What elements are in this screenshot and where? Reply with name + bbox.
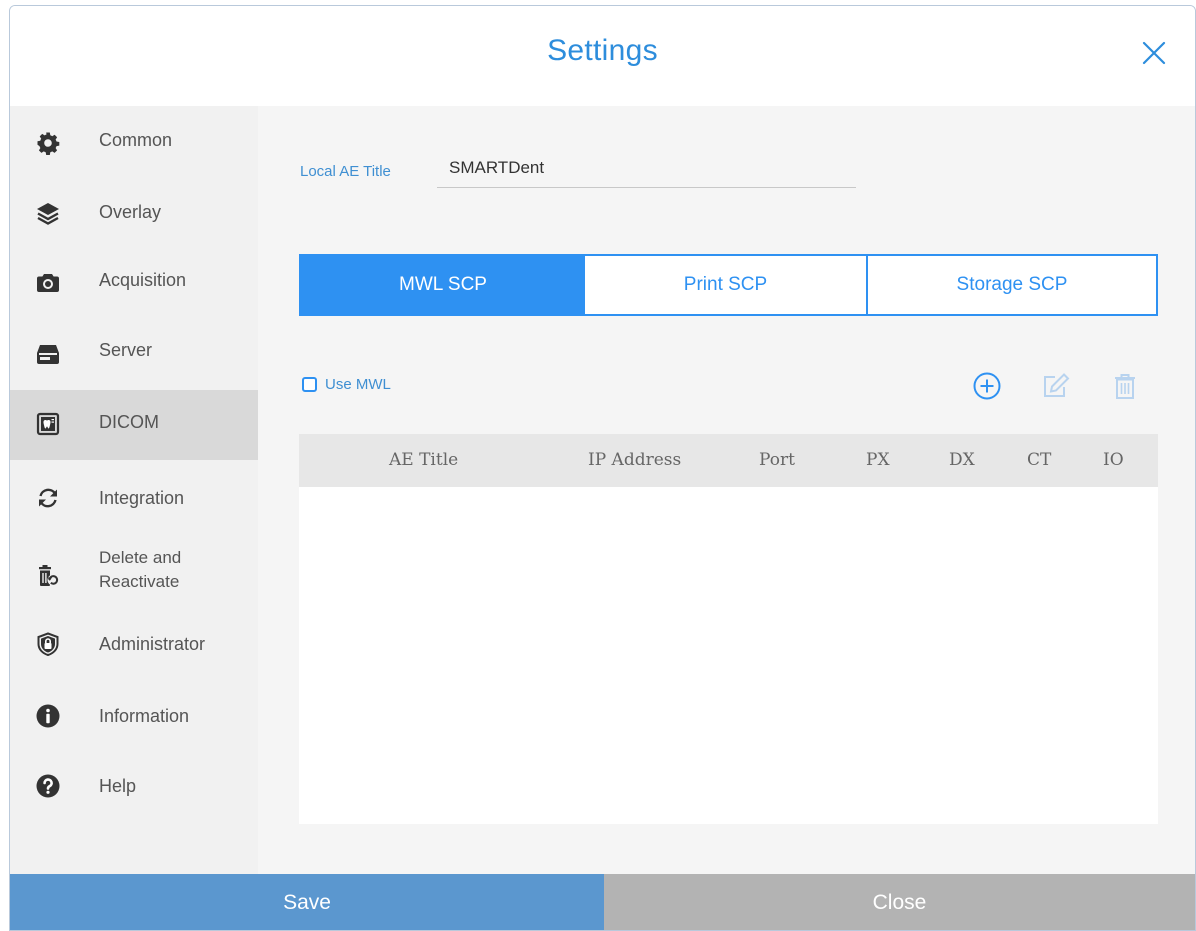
use-mwl-toggle[interactable]: Use MWL bbox=[302, 376, 391, 393]
column-header-px: PX bbox=[866, 450, 890, 470]
sidebar-item-overlay[interactable]: Overlay bbox=[10, 176, 258, 246]
use-mwl-checkbox[interactable] bbox=[302, 377, 317, 392]
scp-table: AE Title IP Address Port PX DX CT IO bbox=[299, 434, 1158, 824]
input-underline bbox=[437, 187, 856, 188]
sidebar-item-information[interactable]: Information bbox=[10, 682, 258, 752]
help-icon bbox=[36, 774, 60, 798]
sidebar-item-common[interactable]: Common bbox=[10, 106, 258, 176]
tab-mwl-scp[interactable]: MWL SCP bbox=[301, 256, 585, 314]
column-header-io: IO bbox=[1103, 450, 1124, 470]
column-header-ip-address: IP Address bbox=[588, 450, 682, 470]
tab-print-scp[interactable]: Print SCP bbox=[585, 256, 868, 314]
column-header-ae-title: AE Title bbox=[389, 450, 459, 470]
dialog-footer: Save Close bbox=[10, 874, 1195, 930]
column-header-port: Port bbox=[759, 450, 795, 470]
sidebar-item-label: Delete and Reactivate bbox=[99, 548, 182, 591]
column-header-ct: CT bbox=[1027, 450, 1052, 470]
server-icon bbox=[36, 342, 60, 366]
sidebar-item-acquisition[interactable]: Acquisition bbox=[10, 246, 258, 316]
add-icon[interactable] bbox=[971, 370, 1003, 402]
table-header: AE Title IP Address Port PX DX CT IO bbox=[299, 434, 1158, 487]
sidebar-item-administrator[interactable]: Administrator bbox=[10, 612, 258, 682]
sidebar-item-label: Information bbox=[99, 706, 190, 726]
dicom-icon bbox=[36, 412, 60, 436]
camera-icon bbox=[36, 271, 60, 295]
dialog-title: Settings bbox=[547, 34, 658, 67]
tab-storage-scp[interactable]: Storage SCP bbox=[868, 256, 1156, 314]
dialog-header: Settings bbox=[10, 6, 1195, 106]
layers-icon bbox=[36, 201, 60, 225]
close-button[interactable]: Close bbox=[604, 874, 1195, 930]
use-mwl-label: Use MWL bbox=[325, 376, 391, 393]
delete-icon[interactable] bbox=[1109, 370, 1141, 402]
settings-dialog: Settings Common Overlay Acquisition Serv… bbox=[9, 5, 1196, 931]
sidebar-item-label: Help bbox=[99, 776, 137, 796]
info-icon bbox=[36, 704, 60, 728]
sidebar-item-server[interactable]: Server bbox=[10, 316, 258, 386]
edit-icon[interactable] bbox=[1040, 370, 1072, 402]
local-ae-title-label: Local AE Title bbox=[300, 163, 391, 180]
close-icon[interactable] bbox=[1141, 40, 1167, 66]
sidebar-item-label: DICOM bbox=[99, 412, 159, 432]
gear-icon bbox=[36, 131, 60, 155]
sidebar-item-label: Server bbox=[99, 340, 153, 360]
scp-tabs: MWL SCP Print SCP Storage SCP bbox=[299, 254, 1158, 316]
sidebar-item-label: Common bbox=[99, 130, 173, 150]
sync-icon bbox=[36, 486, 60, 510]
sidebar-item-label: Administrator bbox=[99, 634, 206, 654]
settings-sidebar: Common Overlay Acquisition Server DICOM bbox=[10, 106, 258, 874]
sidebar-item-integration[interactable]: Integration bbox=[10, 462, 258, 532]
sidebar-item-label: Acquisition bbox=[99, 270, 187, 290]
sidebar-item-label: Overlay bbox=[99, 202, 162, 222]
sidebar-item-label: Integration bbox=[99, 488, 185, 508]
sidebar-item-delete-reactivate[interactable]: Delete and Reactivate bbox=[10, 538, 258, 612]
sidebar-item-help[interactable]: Help bbox=[10, 752, 258, 822]
save-button[interactable]: Save bbox=[10, 874, 604, 930]
restore-trash-icon bbox=[36, 564, 60, 588]
sidebar-item-dicom[interactable]: DICOM bbox=[10, 390, 258, 460]
local-ae-title-input[interactable]: SMARTDent bbox=[449, 158, 544, 178]
dicom-settings-panel: Local AE Title SMARTDent MWL SCP Print S… bbox=[258, 106, 1195, 874]
column-header-dx: DX bbox=[949, 450, 975, 470]
shield-lock-icon bbox=[36, 632, 60, 656]
